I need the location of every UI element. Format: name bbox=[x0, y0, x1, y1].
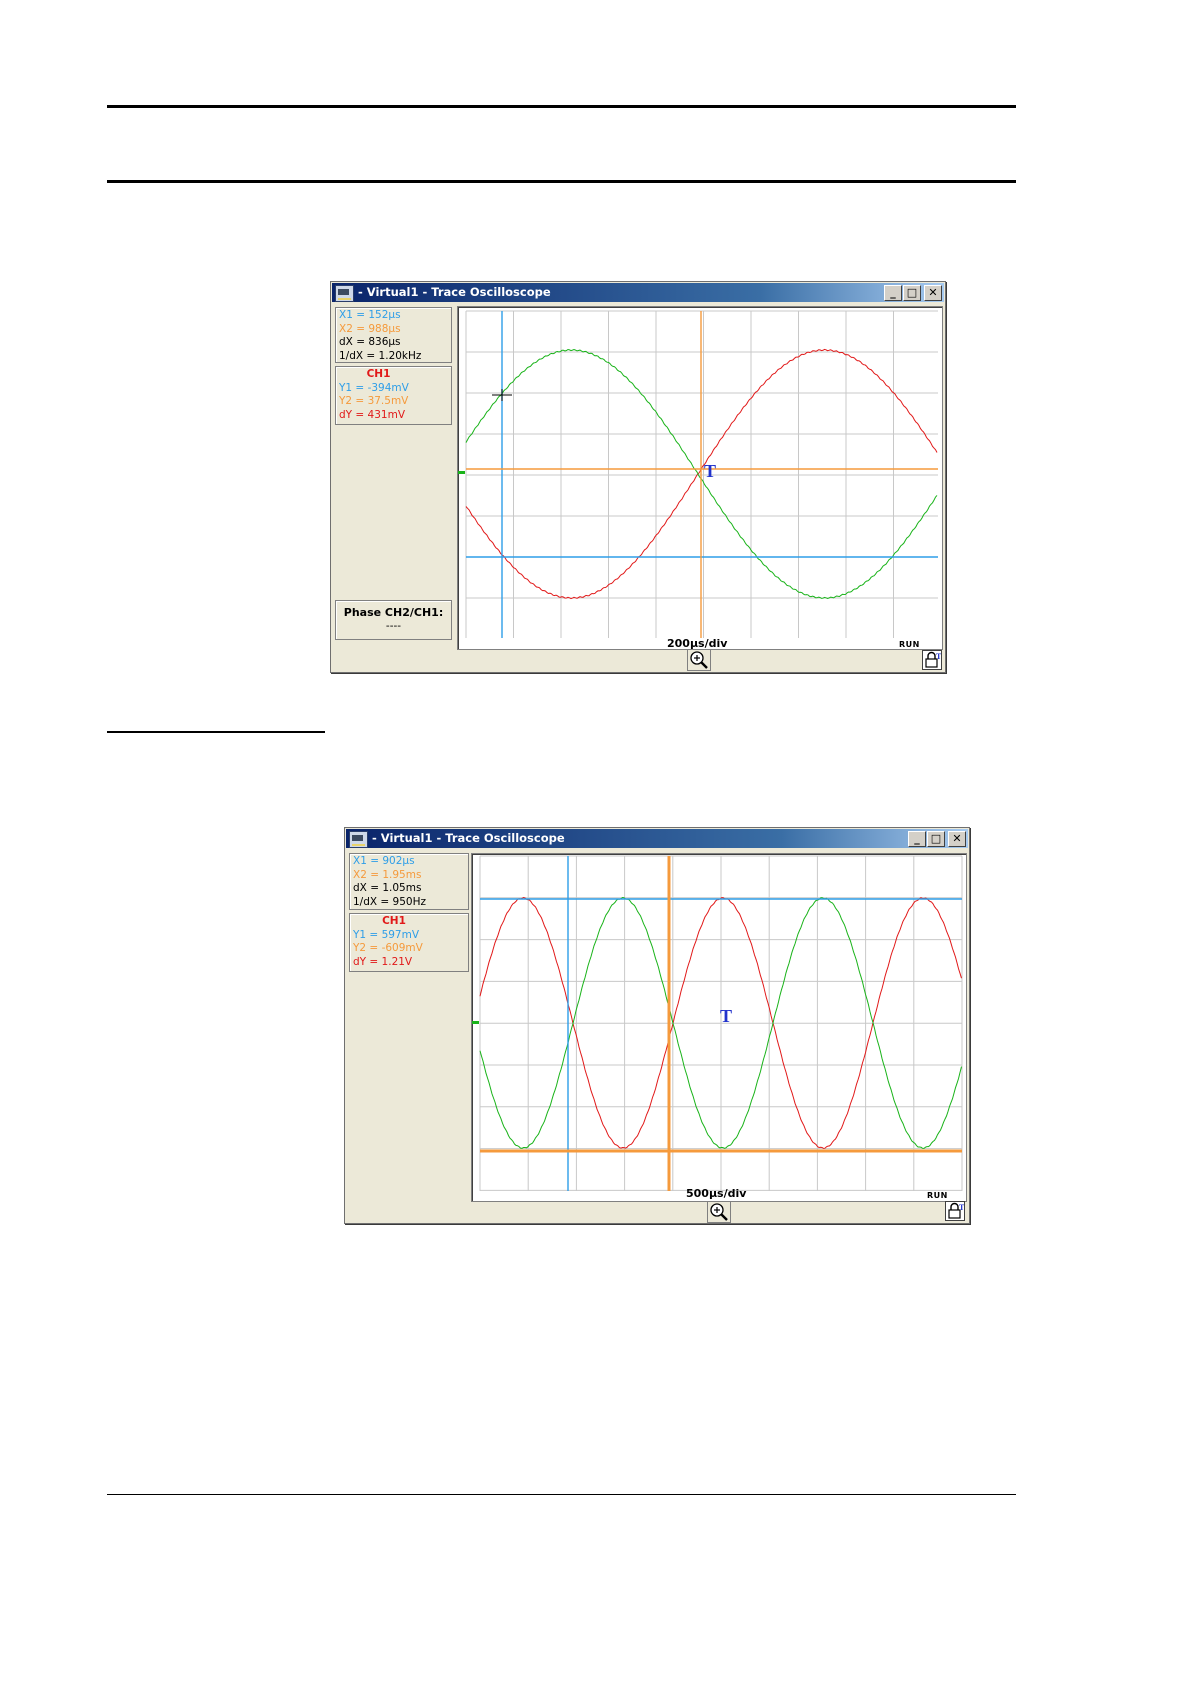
oscilloscope-app-icon[interactable] bbox=[335, 285, 354, 302]
zoom-button[interactable] bbox=[707, 1201, 731, 1223]
phase-label: Phase CH2/CH1: bbox=[343, 606, 444, 619]
footer-rule bbox=[107, 1494, 1016, 1495]
zoom-in-icon bbox=[710, 1203, 728, 1221]
scope-display[interactable]: T 200µs/div RUN bbox=[457, 306, 943, 650]
dx-readout: dX = 1.05ms bbox=[353, 882, 422, 894]
scope-display[interactable]: T 500µs/div RUN bbox=[471, 853, 967, 1202]
oscilloscope-window-2[interactable]: - Virtual1 - Trace Oscilloscope _ □ ✕ X1… bbox=[344, 827, 970, 1224]
x2-readout: X2 = 1.95ms bbox=[353, 868, 422, 881]
svg-text:T: T bbox=[959, 1203, 964, 1212]
phase-panel: Phase CH2/CH1: ---- bbox=[335, 600, 452, 640]
lock-icon: T bbox=[925, 651, 942, 668]
y1-readout: Y1 = -394mV bbox=[339, 381, 409, 394]
ch2-ground-marker bbox=[458, 471, 465, 474]
inverse-dx-readout: 1/dX = 1.20kHz bbox=[339, 349, 422, 362]
x2-readout: X2 = 988µs bbox=[339, 322, 401, 335]
cursor-time-panel: X1 = 902µs X2 = 1.95ms dX = 1.05ms 1/dX … bbox=[349, 853, 469, 910]
minimize-button[interactable]: _ bbox=[908, 831, 926, 847]
zoom-button[interactable] bbox=[687, 649, 711, 671]
dy-readout: dY = 431mV bbox=[339, 408, 406, 421]
x1-readout: X1 = 152µs bbox=[339, 309, 401, 321]
y2-readout: Y2 = -609mV bbox=[353, 942, 423, 954]
header-rule-top bbox=[107, 105, 1016, 108]
minimize-button[interactable]: _ bbox=[884, 285, 902, 301]
title-bar[interactable]: - Virtual1 - Trace Oscilloscope _ □ ✕ bbox=[346, 829, 968, 848]
timebase-label: 500µs/div bbox=[686, 1187, 747, 1200]
dy-readout: dY = 1.21V bbox=[353, 955, 413, 968]
channel-name: CH1 bbox=[382, 915, 406, 927]
oscilloscope-window-1[interactable]: - Virtual1 - Trace Oscilloscope _ □ ✕ X1… bbox=[330, 281, 946, 673]
oscilloscope-app-icon[interactable] bbox=[349, 831, 368, 848]
window-title: - Virtual1 - Trace Oscilloscope bbox=[372, 831, 565, 845]
crosshair-marker bbox=[492, 389, 512, 401]
section-rule bbox=[107, 731, 325, 733]
dx-readout: dX = 836µs bbox=[339, 336, 401, 348]
trigger-lock-button[interactable]: T bbox=[922, 650, 942, 670]
maximize-button[interactable]: □ bbox=[903, 285, 921, 301]
svg-text:T: T bbox=[936, 652, 941, 661]
run-status: RUN bbox=[927, 1191, 948, 1200]
close-button[interactable]: ✕ bbox=[948, 831, 966, 847]
y1-readout: Y1 = 597mV bbox=[353, 928, 420, 941]
zoom-in-icon bbox=[690, 651, 708, 669]
title-bar[interactable]: - Virtual1 - Trace Oscilloscope _ □ ✕ bbox=[332, 283, 944, 302]
run-status: RUN bbox=[899, 640, 920, 649]
lock-icon: T bbox=[948, 1202, 965, 1219]
x1-readout: X1 = 902µs bbox=[353, 855, 415, 867]
waveform-plot[interactable] bbox=[472, 854, 966, 1201]
maximize-button[interactable]: □ bbox=[927, 831, 945, 847]
channel-panel: CH1 Y1 = -394mV Y2 = 37.5mV dY = 431mV bbox=[335, 366, 452, 425]
ch2-ground-marker bbox=[472, 1021, 479, 1024]
window-title: - Virtual1 - Trace Oscilloscope bbox=[358, 285, 551, 299]
trigger-lock-button[interactable]: T bbox=[945, 1201, 965, 1221]
inverse-dx-readout: 1/dX = 950Hz bbox=[353, 895, 426, 908]
channel-panel: CH1 Y1 = 597mV Y2 = -609mV dY = 1.21V bbox=[349, 913, 469, 972]
trigger-marker[interactable]: T bbox=[704, 461, 716, 482]
close-button[interactable]: ✕ bbox=[924, 285, 942, 301]
cursor-time-panel: X1 = 152µs X2 = 988µs dX = 836µs 1/dX = … bbox=[335, 307, 452, 363]
phase-value: ---- bbox=[385, 620, 402, 632]
channel-name: CH1 bbox=[366, 368, 391, 380]
waveform-plot[interactable] bbox=[458, 307, 942, 649]
y2-readout: Y2 = 37.5mV bbox=[339, 395, 409, 407]
trigger-marker[interactable]: T bbox=[720, 1006, 732, 1027]
header-rule-bottom bbox=[107, 180, 1016, 183]
